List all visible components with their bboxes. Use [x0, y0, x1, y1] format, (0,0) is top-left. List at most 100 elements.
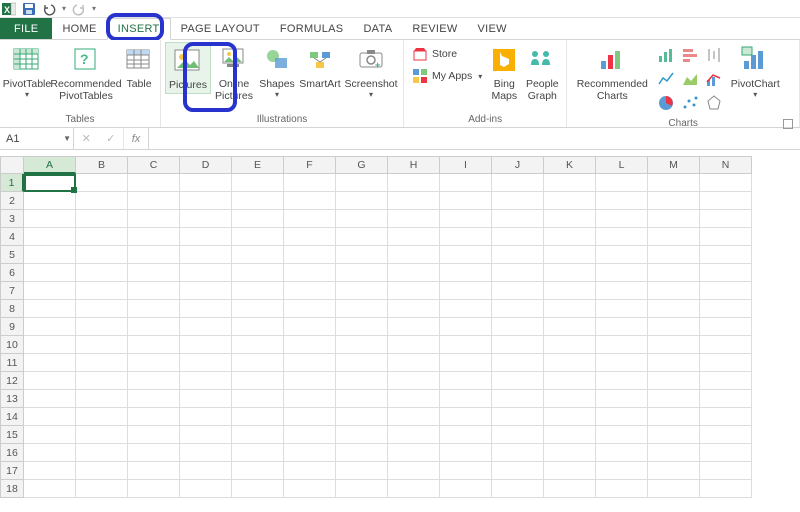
pictures-button[interactable]: Pictures [165, 42, 211, 94]
cell[interactable] [180, 444, 232, 462]
cell[interactable] [128, 354, 180, 372]
cell[interactable] [232, 318, 284, 336]
cell[interactable] [440, 426, 492, 444]
cell[interactable] [596, 318, 648, 336]
cell[interactable] [544, 390, 596, 408]
pivotchart-button[interactable]: PivotChart ▾ [727, 42, 783, 101]
cell[interactable] [596, 228, 648, 246]
cell[interactable] [388, 336, 440, 354]
column-header[interactable]: A [24, 156, 76, 174]
cell[interactable] [492, 372, 544, 390]
cell[interactable] [232, 336, 284, 354]
cell[interactable] [440, 354, 492, 372]
formula-input[interactable] [148, 128, 800, 149]
cell[interactable] [440, 264, 492, 282]
cell[interactable] [388, 174, 440, 192]
row-header[interactable]: 4 [0, 228, 24, 246]
cell[interactable] [232, 426, 284, 444]
cell[interactable] [284, 246, 336, 264]
cell[interactable] [596, 336, 648, 354]
row-header[interactable]: 15 [0, 426, 24, 444]
chevron-down-icon[interactable]: ▼ [63, 134, 71, 143]
cell[interactable] [440, 192, 492, 210]
cell[interactable] [388, 300, 440, 318]
cell[interactable] [284, 282, 336, 300]
cell[interactable] [492, 264, 544, 282]
cell[interactable] [76, 228, 128, 246]
cell[interactable] [284, 318, 336, 336]
cell[interactable] [336, 354, 388, 372]
cell[interactable] [232, 192, 284, 210]
cell[interactable] [76, 444, 128, 462]
cell[interactable] [700, 354, 752, 372]
cell[interactable] [76, 336, 128, 354]
cell[interactable] [128, 282, 180, 300]
cell[interactable] [180, 282, 232, 300]
cell[interactable] [180, 264, 232, 282]
cell[interactable] [336, 246, 388, 264]
cell[interactable] [596, 354, 648, 372]
cell[interactable] [24, 336, 76, 354]
cell[interactable] [596, 444, 648, 462]
cell[interactable] [128, 210, 180, 228]
cell[interactable] [700, 300, 752, 318]
save-icon[interactable] [22, 2, 36, 16]
cell[interactable] [336, 192, 388, 210]
cell[interactable] [700, 480, 752, 498]
cell[interactable] [336, 174, 388, 192]
fx-icon[interactable]: fx [124, 128, 148, 149]
cell[interactable] [596, 462, 648, 480]
row-header[interactable]: 1 [0, 174, 24, 192]
cell[interactable] [648, 408, 700, 426]
cell[interactable] [388, 282, 440, 300]
row-header[interactable]: 10 [0, 336, 24, 354]
stock-chart-icon[interactable] [703, 44, 725, 66]
cell[interactable] [596, 192, 648, 210]
cell[interactable] [596, 264, 648, 282]
recommended-pivottables-button[interactable]: ? Recommended PivotTables [50, 42, 122, 104]
cell[interactable] [544, 354, 596, 372]
cell[interactable] [648, 228, 700, 246]
cell[interactable] [648, 390, 700, 408]
column-header[interactable]: F [284, 156, 336, 174]
cell[interactable] [336, 282, 388, 300]
cell[interactable] [440, 408, 492, 426]
cell[interactable] [76, 372, 128, 390]
cell[interactable] [648, 282, 700, 300]
tab-home[interactable]: HOME [52, 18, 106, 39]
cell[interactable] [232, 300, 284, 318]
cell[interactable] [128, 408, 180, 426]
recommended-charts-button[interactable]: Recommended Charts [571, 42, 653, 104]
cell[interactable] [76, 174, 128, 192]
cell[interactable] [388, 354, 440, 372]
cell[interactable] [544, 372, 596, 390]
cell[interactable] [492, 390, 544, 408]
cell[interactable] [388, 426, 440, 444]
cell[interactable] [336, 318, 388, 336]
cell[interactable] [76, 282, 128, 300]
row-header[interactable]: 6 [0, 264, 24, 282]
cell[interactable] [544, 426, 596, 444]
cell[interactable] [492, 282, 544, 300]
dialog-launcher-icon[interactable] [783, 119, 793, 129]
row-header[interactable]: 5 [0, 246, 24, 264]
cell[interactable] [388, 390, 440, 408]
worksheet-grid[interactable]: ABCDEFGHIJKLMN 1234567891011121314151617… [0, 156, 800, 498]
row-header[interactable]: 7 [0, 282, 24, 300]
radar-chart-icon[interactable] [703, 92, 725, 114]
cell[interactable] [648, 192, 700, 210]
tab-page-layout[interactable]: PAGE LAYOUT [171, 18, 270, 39]
cell[interactable] [76, 318, 128, 336]
column-header[interactable]: B [76, 156, 128, 174]
row-header[interactable]: 13 [0, 390, 24, 408]
cell[interactable] [440, 174, 492, 192]
people-graph-button[interactable]: People Graph [522, 42, 562, 104]
cell[interactable] [232, 408, 284, 426]
cell[interactable] [180, 462, 232, 480]
cell[interactable] [492, 480, 544, 498]
row-header[interactable]: 14 [0, 408, 24, 426]
cell[interactable] [648, 210, 700, 228]
cell[interactable] [544, 192, 596, 210]
cell[interactable] [76, 210, 128, 228]
cell[interactable] [180, 390, 232, 408]
